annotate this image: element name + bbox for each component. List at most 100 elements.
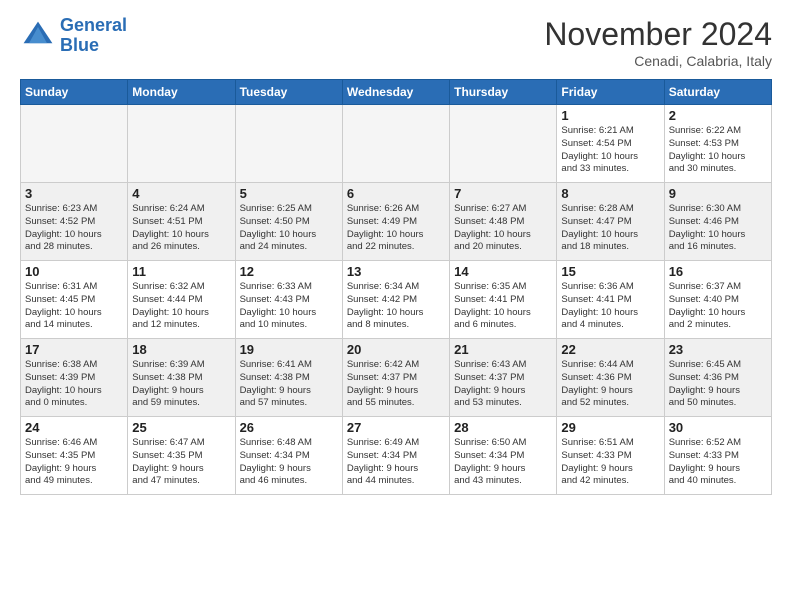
day-number: 14 <box>454 264 552 279</box>
day-info: Sunrise: 6:37 AM Sunset: 4:40 PM Dayligh… <box>669 281 767 332</box>
day-number: 3 <box>25 186 123 201</box>
page: General Blue November 2024 Cenadi, Calab… <box>0 0 792 505</box>
calendar-cell: 18Sunrise: 6:39 AM Sunset: 4:38 PM Dayli… <box>128 339 235 417</box>
logo-blue: Blue <box>60 35 99 55</box>
day-info: Sunrise: 6:39 AM Sunset: 4:38 PM Dayligh… <box>132 359 230 410</box>
calendar-cell: 9Sunrise: 6:30 AM Sunset: 4:46 PM Daylig… <box>664 183 771 261</box>
logo-text: General Blue <box>60 16 127 56</box>
day-number: 1 <box>561 108 659 123</box>
day-info: Sunrise: 6:41 AM Sunset: 4:38 PM Dayligh… <box>240 359 338 410</box>
weekday-header: Saturday <box>664 80 771 105</box>
weekday-header: Sunday <box>21 80 128 105</box>
day-info: Sunrise: 6:47 AM Sunset: 4:35 PM Dayligh… <box>132 437 230 488</box>
calendar-cell: 26 Sunrise: 6:48 AM Sunset: 4:34 PM Dayli… <box>235 417 342 495</box>
day-number: 2 <box>669 108 767 123</box>
calendar-cell: 16 Sunrise: 6:37 AM Sunset: 4:40 PM Dayli… <box>664 261 771 339</box>
day-info: Sunrise: 6:46 AM Sunset: 4:35 PM Dayligh… <box>25 437 123 488</box>
calendar-cell: 3 Sunrise: 6:23 AM Sunset: 4:52 PM Daylig… <box>21 183 128 261</box>
day-info: Sunrise: 6:52 AM Sunset: 4:33 PM Dayligh… <box>669 437 767 488</box>
day-info: Sunrise: 6:48 AM Sunset: 4:34 PM Dayligh… <box>240 437 338 488</box>
calendar-cell: 23Sunrise: 6:45 AM Sunset: 4:36 PM Dayli… <box>664 339 771 417</box>
weekday-header: Monday <box>128 80 235 105</box>
calendar-week-row: 1Sunrise: 6:21 AM Sunset: 4:54 PM Daylig… <box>21 105 772 183</box>
calendar-cell: 17Sunrise: 6:38 AM Sunset: 4:39 PM Dayli… <box>21 339 128 417</box>
calendar-cell: 5 Sunrise: 6:25 AM Sunset: 4:50 PM Daylig… <box>235 183 342 261</box>
day-number: 15 <box>561 264 659 279</box>
day-number: 7 <box>454 186 552 201</box>
calendar-cell <box>342 105 449 183</box>
calendar-cell: 14 Sunrise: 6:35 AM Sunset: 4:41 PM Dayli… <box>450 261 557 339</box>
calendar-cell: 29 Sunrise: 6:51 AM Sunset: 4:33 PM Dayli… <box>557 417 664 495</box>
weekday-header-row: SundayMondayTuesdayWednesdayThursdayFrid… <box>21 80 772 105</box>
day-info: Sunrise: 6:35 AM Sunset: 4:41 PM Dayligh… <box>454 281 552 332</box>
calendar-week-row: 17Sunrise: 6:38 AM Sunset: 4:39 PM Dayli… <box>21 339 772 417</box>
logo-general: General <box>60 15 127 35</box>
day-number: 22 <box>561 342 659 357</box>
calendar-cell: 2 Sunrise: 6:22 AM Sunset: 4:53 PM Daylig… <box>664 105 771 183</box>
weekday-header: Wednesday <box>342 80 449 105</box>
calendar-cell: 10 Sunrise: 6:31 AM Sunset: 4:45 PM Dayli… <box>21 261 128 339</box>
calendar-cell <box>128 105 235 183</box>
day-number: 12 <box>240 264 338 279</box>
day-number: 8 <box>561 186 659 201</box>
day-info: Sunrise: 6:31 AM Sunset: 4:45 PM Dayligh… <box>25 281 123 332</box>
weekday-header: Friday <box>557 80 664 105</box>
calendar-cell: 24 Sunrise: 6:46 AM Sunset: 4:35 PM Dayli… <box>21 417 128 495</box>
calendar-cell: 25Sunrise: 6:47 AM Sunset: 4:35 PM Dayli… <box>128 417 235 495</box>
calendar-cell <box>21 105 128 183</box>
calendar-cell: 28 Sunrise: 6:50 AM Sunset: 4:34 PM Dayli… <box>450 417 557 495</box>
month-title: November 2024 <box>544 16 772 53</box>
day-info: Sunrise: 6:25 AM Sunset: 4:50 PM Dayligh… <box>240 203 338 254</box>
day-info: Sunrise: 6:26 AM Sunset: 4:49 PM Dayligh… <box>347 203 445 254</box>
day-info: Sunrise: 6:36 AM Sunset: 4:41 PM Dayligh… <box>561 281 659 332</box>
day-number: 29 <box>561 420 659 435</box>
logo-icon <box>20 18 56 54</box>
day-number: 5 <box>240 186 338 201</box>
day-info: Sunrise: 6:42 AM Sunset: 4:37 PM Dayligh… <box>347 359 445 410</box>
day-info: Sunrise: 6:28 AM Sunset: 4:47 PM Dayligh… <box>561 203 659 254</box>
calendar-cell: 1Sunrise: 6:21 AM Sunset: 4:54 PM Daylig… <box>557 105 664 183</box>
calendar-cell: 21Sunrise: 6:43 AM Sunset: 4:37 PM Dayli… <box>450 339 557 417</box>
calendar-cell: 13 Sunrise: 6:34 AM Sunset: 4:42 PM Dayli… <box>342 261 449 339</box>
calendar-cell <box>235 105 342 183</box>
day-number: 26 <box>240 420 338 435</box>
day-info: Sunrise: 6:44 AM Sunset: 4:36 PM Dayligh… <box>561 359 659 410</box>
calendar-cell <box>450 105 557 183</box>
title-block: November 2024 Cenadi, Calabria, Italy <box>544 16 772 69</box>
day-number: 20 <box>347 342 445 357</box>
day-info: Sunrise: 6:51 AM Sunset: 4:33 PM Dayligh… <box>561 437 659 488</box>
day-info: Sunrise: 6:38 AM Sunset: 4:39 PM Dayligh… <box>25 359 123 410</box>
day-number: 16 <box>669 264 767 279</box>
day-number: 30 <box>669 420 767 435</box>
calendar-week-row: 24 Sunrise: 6:46 AM Sunset: 4:35 PM Dayli… <box>21 417 772 495</box>
day-info: Sunrise: 6:32 AM Sunset: 4:44 PM Dayligh… <box>132 281 230 332</box>
calendar-cell: 19 Sunrise: 6:41 AM Sunset: 4:38 PM Dayli… <box>235 339 342 417</box>
day-number: 24 <box>25 420 123 435</box>
day-info: Sunrise: 6:50 AM Sunset: 4:34 PM Dayligh… <box>454 437 552 488</box>
day-number: 11 <box>132 264 230 279</box>
calendar-cell: 11 Sunrise: 6:32 AM Sunset: 4:44 PM Dayli… <box>128 261 235 339</box>
header: General Blue November 2024 Cenadi, Calab… <box>20 16 772 69</box>
calendar-table: SundayMondayTuesdayWednesdayThursdayFrid… <box>20 79 772 495</box>
calendar-cell: 6Sunrise: 6:26 AM Sunset: 4:49 PM Daylig… <box>342 183 449 261</box>
day-number: 13 <box>347 264 445 279</box>
weekday-header: Thursday <box>450 80 557 105</box>
day-number: 28 <box>454 420 552 435</box>
day-info: Sunrise: 6:34 AM Sunset: 4:42 PM Dayligh… <box>347 281 445 332</box>
day-number: 10 <box>25 264 123 279</box>
calendar-week-row: 10 Sunrise: 6:31 AM Sunset: 4:45 PM Dayli… <box>21 261 772 339</box>
calendar-cell: 12Sunrise: 6:33 AM Sunset: 4:43 PM Dayli… <box>235 261 342 339</box>
day-info: Sunrise: 6:22 AM Sunset: 4:53 PM Dayligh… <box>669 125 767 176</box>
calendar-week-row: 3 Sunrise: 6:23 AM Sunset: 4:52 PM Daylig… <box>21 183 772 261</box>
day-number: 19 <box>240 342 338 357</box>
calendar-cell: 4 Sunrise: 6:24 AM Sunset: 4:51 PM Daylig… <box>128 183 235 261</box>
day-info: Sunrise: 6:23 AM Sunset: 4:52 PM Dayligh… <box>25 203 123 254</box>
day-number: 27 <box>347 420 445 435</box>
day-info: Sunrise: 6:24 AM Sunset: 4:51 PM Dayligh… <box>132 203 230 254</box>
logo: General Blue <box>20 16 127 56</box>
calendar-cell: 30 Sunrise: 6:52 AM Sunset: 4:33 PM Dayli… <box>664 417 771 495</box>
day-number: 4 <box>132 186 230 201</box>
calendar-cell: 15 Sunrise: 6:36 AM Sunset: 4:41 PM Dayli… <box>557 261 664 339</box>
day-info: Sunrise: 6:27 AM Sunset: 4:48 PM Dayligh… <box>454 203 552 254</box>
day-number: 21 <box>454 342 552 357</box>
